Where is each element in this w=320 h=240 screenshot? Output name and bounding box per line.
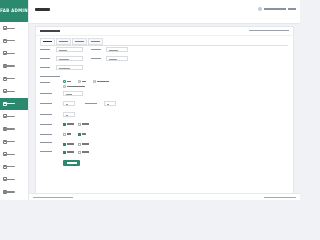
- sidebar-item-label: [3, 27, 15, 29]
- field-label: [40, 114, 52, 116]
- text-field-4[interactable]: [106, 56, 128, 61]
- footer: [29, 193, 300, 200]
- sidebar-item[interactable]: [0, 72, 28, 85]
- checkbox-8[interactable]: [78, 150, 89, 154]
- sidebar-item-label: [3, 52, 15, 55]
- field-label: [40, 124, 52, 126]
- logout-link[interactable]: [288, 8, 296, 10]
- checkbox-3[interactable]: [63, 132, 71, 136]
- field-label: [91, 49, 101, 51]
- sidebar-item[interactable]: [0, 85, 28, 98]
- sidebar-item-label: [3, 153, 15, 155]
- text-field-7[interactable]: [63, 101, 75, 106]
- sidebar-item[interactable]: [0, 47, 28, 60]
- sidebar-item-label: [3, 128, 15, 130]
- radio-option-4[interactable]: [63, 85, 85, 88]
- checkbox-6[interactable]: [78, 142, 89, 146]
- avatar[interactable]: [258, 7, 262, 11]
- checkbox-5[interactable]: [63, 142, 74, 146]
- checkbox-1[interactable]: [63, 122, 74, 126]
- tab-4[interactable]: [88, 38, 103, 45]
- sidebar-item[interactable]: [0, 60, 28, 73]
- sidebar-item-label: [3, 178, 15, 181]
- sidebar-item[interactable]: [0, 148, 28, 161]
- radio-option-3[interactable]: [93, 80, 109, 83]
- sidebar-item[interactable]: [0, 135, 28, 148]
- tab-3[interactable]: [72, 38, 87, 45]
- sidebar: FAB ADMIN: [0, 0, 29, 200]
- sidebar-item-label: [3, 90, 15, 92]
- text-field-1[interactable]: [56, 47, 83, 52]
- settings-card: [35, 26, 294, 194]
- sidebar-item-label: [3, 191, 15, 193]
- checkbox-7[interactable]: [63, 150, 74, 154]
- sidebar-item[interactable]: [0, 173, 28, 186]
- sidebar-item[interactable]: [0, 110, 28, 123]
- field-label: [40, 93, 52, 95]
- settings-tabs: [40, 38, 103, 45]
- field-label: [40, 134, 52, 136]
- footer-copyright: [33, 197, 73, 198]
- text-field-9[interactable]: [63, 112, 75, 117]
- text-field-6[interactable]: [63, 91, 83, 96]
- field-label: [40, 76, 60, 78]
- sidebar-item-label: [3, 115, 15, 118]
- radio-option-1[interactable]: [63, 80, 71, 83]
- breadcrumb[interactable]: [249, 30, 289, 32]
- user-area[interactable]: [258, 7, 296, 11]
- field-label: [40, 103, 52, 105]
- sidebar-item[interactable]: [0, 97, 28, 111]
- brand-logo[interactable]: FAB ADMIN: [0, 0, 28, 22]
- field-label: [40, 58, 50, 60]
- field-label: [85, 103, 97, 105]
- page-title: [35, 8, 50, 11]
- checkbox-4[interactable]: [78, 132, 86, 136]
- top-bar: [29, 0, 300, 24]
- text-field-2[interactable]: [106, 47, 128, 52]
- field-label: [40, 82, 50, 84]
- field-label: [40, 151, 52, 153]
- sidebar-item[interactable]: [0, 161, 28, 174]
- field-label: [91, 58, 101, 60]
- text-field-3[interactable]: [56, 56, 83, 61]
- card-divider: [36, 35, 293, 36]
- tabs-divider: [40, 45, 288, 46]
- sidebar-item-label: [3, 65, 15, 67]
- save-button[interactable]: [63, 160, 80, 166]
- radio-option-2[interactable]: [78, 80, 86, 83]
- tab-1[interactable]: [40, 38, 55, 45]
- field-label: [40, 67, 50, 69]
- field-label: [40, 142, 52, 144]
- user-label[interactable]: [264, 8, 286, 10]
- sidebar-menu: [0, 22, 28, 198]
- text-field-5[interactable]: [56, 65, 83, 70]
- footer-link[interactable]: [264, 197, 296, 198]
- sidebar-item[interactable]: [0, 35, 28, 48]
- field-label: [40, 49, 50, 51]
- text-field-8[interactable]: [104, 101, 116, 106]
- sidebar-item[interactable]: [0, 22, 28, 35]
- sidebar-item[interactable]: [0, 123, 28, 136]
- sidebar-item[interactable]: [0, 186, 28, 199]
- card-title: [40, 30, 60, 32]
- checkbox-2[interactable]: [78, 122, 89, 126]
- tab-2[interactable]: [56, 38, 71, 45]
